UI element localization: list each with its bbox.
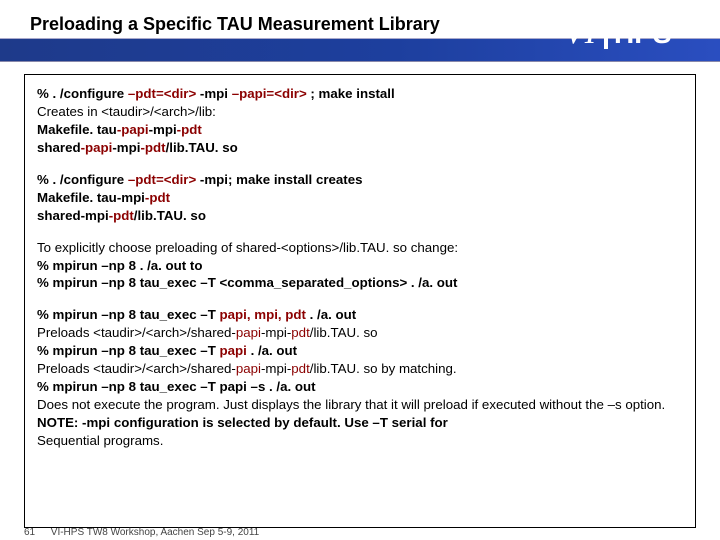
footer: 61 VI-HPS TW8 Workshop, Aachen Sep 5-9, … — [24, 527, 259, 538]
line-18: Sequential programs. — [37, 432, 683, 450]
line-12: Preloads <taudir>/<arch>/shared-papi-mpi… — [37, 324, 683, 342]
line-9: % mpirun –np 8 . /a. out to — [37, 257, 683, 275]
logo-suffix: HPS — [614, 18, 672, 49]
line-11: % mpirun –np 8 tau_exec –T papi, mpi, pd… — [37, 306, 683, 324]
footer-text: VI-HPS TW8 Workshop, Aachen Sep 5-9, 201… — [51, 527, 259, 538]
logo-divider — [604, 13, 608, 49]
line-10: % mpirun –np 8 tau_exec –T <comma_separa… — [37, 274, 683, 292]
page-number: 61 — [24, 527, 48, 538]
line-5: % . /configure –pdt=<dir> -mpi; make ins… — [37, 171, 683, 189]
line-15: % mpirun –np 8 tau_exec –T papi –s . /a.… — [37, 378, 683, 396]
line-16: Does not execute the program. Just displ… — [37, 396, 683, 414]
line-17: NOTE: -mpi configuration is selected by … — [37, 414, 683, 432]
slide-header: Preloading a Specific TAU Measurement Li… — [0, 0, 720, 62]
line-14: Preloads <taudir>/<arch>/shared-papi-mpi… — [37, 360, 683, 378]
vi-hps-logo: VI HPS — [564, 6, 704, 56]
line-13: % mpirun –np 8 tau_exec –T papi . /a. ou… — [37, 342, 683, 360]
line-4: shared-papi-mpi-pdt/lib.TAU. so — [37, 139, 683, 157]
line-7: shared-mpi-pdt/lib.TAU. so — [37, 207, 683, 225]
line-1: % . /configure –pdt=<dir> -mpi –papi=<di… — [37, 85, 683, 103]
logo-prefix: VI — [564, 14, 598, 51]
line-6: Makefile. tau-mpi-pdt — [37, 189, 683, 207]
line-2: Creates in <taudir>/<arch>/lib: — [37, 103, 683, 121]
line-8: To explicitly choose preloading of share… — [37, 239, 683, 257]
content-box: % . /configure –pdt=<dir> -mpi –papi=<di… — [24, 74, 696, 528]
slide-title: Preloading a Specific TAU Measurement Li… — [30, 14, 440, 35]
line-3: Makefile. tau-papi-mpi-pdt — [37, 121, 683, 139]
